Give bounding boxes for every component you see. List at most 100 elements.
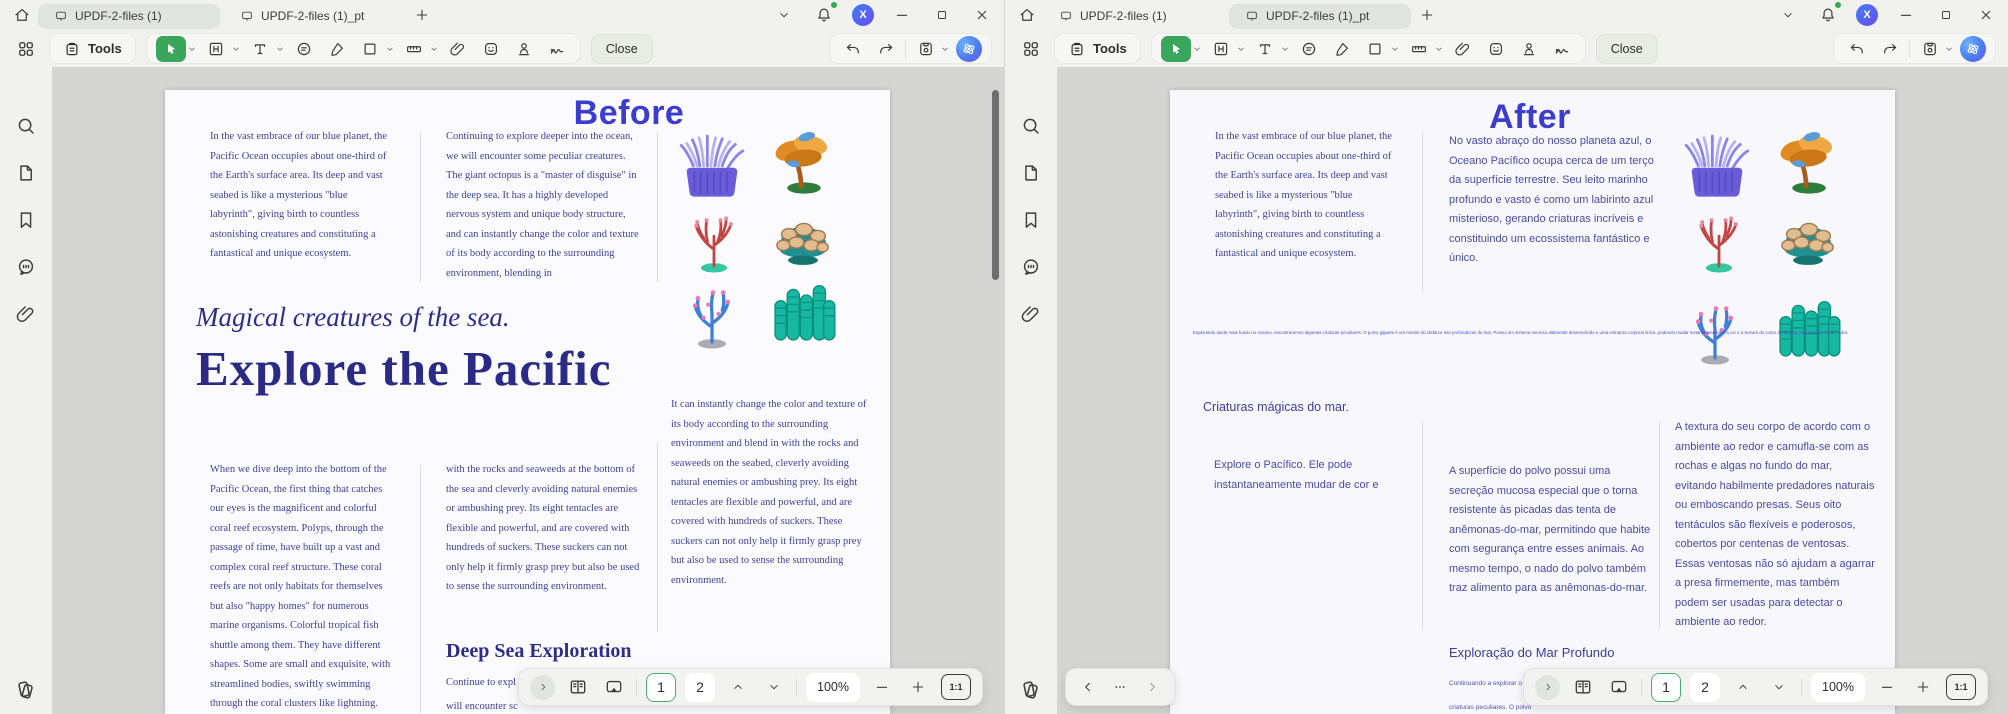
sticker-tool-button[interactable] (478, 36, 505, 62)
chevron-down-icon[interactable] (275, 44, 285, 54)
new-tab-button[interactable] (410, 3, 434, 27)
page-1-button[interactable]: 1 (646, 672, 676, 702)
notifications-button[interactable] (812, 2, 837, 27)
undo-button[interactable] (839, 36, 866, 62)
text-tool-button[interactable] (1252, 36, 1279, 62)
page-2-button[interactable]: 2 (1690, 672, 1720, 702)
sidebar-bookmarks-button[interactable] (13, 207, 39, 233)
tab-list-button[interactable] (1776, 3, 1800, 27)
chevron-down-icon[interactable] (1944, 44, 1954, 54)
home-button[interactable] (10, 3, 34, 27)
collapse-statusbar-button[interactable] (530, 674, 555, 700)
actual-size-button[interactable]: 1:1 (940, 674, 971, 700)
header-tool-button[interactable] (203, 36, 230, 62)
ai-assistant-button[interactable] (956, 35, 982, 62)
tools-button[interactable]: Tools (49, 33, 136, 64)
previous-page-button[interactable] (1729, 674, 1756, 700)
signature-tool-button[interactable] (544, 36, 571, 62)
collapse-statusbar-button[interactable] (1535, 674, 1560, 700)
maximize-button[interactable] (930, 3, 954, 27)
theme-palette-button[interactable] (13, 678, 37, 702)
comment-tool-button[interactable] (291, 36, 318, 62)
page-2-button[interactable]: 2 (685, 672, 715, 702)
measure-tool-button[interactable] (1406, 36, 1433, 62)
tab-updf-2-files-1-pt[interactable]: UPDF-2-files (1)_pt (1229, 3, 1411, 29)
presentation-mode-button[interactable] (600, 674, 627, 700)
minimize-button[interactable] (890, 3, 914, 27)
tab-updf-2-files-1[interactable]: UPDF-2-files (1) (38, 3, 220, 29)
sidebar-search-button[interactable] (1018, 113, 1044, 139)
tab-updf-2-files-1-pt[interactable]: UPDF-2-files (1)_pt (224, 4, 406, 29)
more-options-icon[interactable] (1112, 679, 1128, 695)
stamp-tool-button[interactable] (1516, 36, 1543, 62)
chevron-right-icon[interactable] (1144, 679, 1160, 695)
chevron-down-icon[interactable] (187, 44, 197, 54)
save-button[interactable] (912, 36, 939, 62)
app-launcher-button[interactable] (12, 36, 39, 62)
sticker-tool-button[interactable] (1483, 36, 1510, 62)
chevron-down-icon[interactable] (429, 44, 439, 54)
sidebar-attachments-button[interactable] (13, 301, 39, 327)
undo-button[interactable] (1843, 36, 1870, 62)
select-tool-button[interactable] (155, 35, 186, 62)
next-page-button[interactable] (760, 674, 787, 700)
chevron-down-icon[interactable] (1390, 44, 1400, 54)
minimize-button[interactable] (1894, 3, 1918, 27)
save-button[interactable] (1916, 36, 1943, 62)
shape-tool-button[interactable] (357, 36, 384, 62)
zoom-out-button[interactable] (1874, 674, 1901, 700)
reading-mode-button[interactable] (1569, 674, 1596, 700)
ai-assistant-button[interactable] (1960, 35, 1986, 62)
sidebar-thumbnails-button[interactable] (13, 160, 39, 186)
zoom-in-button[interactable] (905, 674, 932, 700)
tab-updf-2-files-1[interactable]: UPDF-2-files (1) (1043, 4, 1225, 29)
new-tab-button[interactable] (1415, 3, 1439, 27)
notifications-button[interactable] (1816, 2, 1841, 27)
avatar[interactable]: X (852, 4, 874, 26)
attachment-tool-button[interactable] (1450, 36, 1477, 62)
redo-button[interactable] (872, 36, 899, 62)
shape-tool-button[interactable] (1362, 36, 1389, 62)
zoom-level[interactable]: 100% (1811, 672, 1865, 702)
app-launcher-button[interactable] (1017, 36, 1044, 62)
tools-button[interactable]: Tools (1054, 33, 1141, 64)
close-tools-button[interactable]: Close (590, 33, 653, 64)
close-tools-button[interactable]: Close (1595, 33, 1658, 64)
signature-tool-button[interactable] (1549, 36, 1576, 62)
chevron-down-icon[interactable] (940, 44, 950, 54)
zoom-out-button[interactable] (869, 674, 896, 700)
sidebar-comments-button[interactable] (13, 254, 39, 280)
close-window-button[interactable] (970, 3, 994, 27)
chevron-down-icon[interactable] (1192, 44, 1202, 54)
sidebar-bookmarks-button[interactable] (1018, 207, 1044, 233)
header-tool-button[interactable] (1208, 36, 1235, 62)
avatar[interactable]: X (1856, 4, 1878, 26)
chevron-left-icon[interactable] (1080, 679, 1096, 695)
comment-tool-button[interactable] (1296, 36, 1323, 62)
pen-tool-button[interactable] (324, 36, 351, 62)
theme-palette-button[interactable] (1018, 678, 1042, 702)
sidebar-thumbnails-button[interactable] (1018, 160, 1044, 186)
chevron-down-icon[interactable] (1280, 44, 1290, 54)
sidebar-attachments-button[interactable] (1018, 301, 1044, 327)
measure-tool-button[interactable] (401, 36, 428, 62)
chevron-down-icon[interactable] (1434, 44, 1444, 54)
stamp-tool-button[interactable] (511, 36, 538, 62)
page-1-button[interactable]: 1 (1651, 672, 1681, 702)
chevron-down-icon[interactable] (1236, 44, 1246, 54)
text-tool-button[interactable] (247, 36, 274, 62)
sidebar-search-button[interactable] (13, 113, 39, 139)
zoom-in-button[interactable] (1910, 674, 1937, 700)
chevron-down-icon[interactable] (231, 44, 241, 54)
actual-size-button[interactable]: 1:1 (1945, 674, 1976, 700)
presentation-mode-button[interactable] (1605, 674, 1632, 700)
close-window-button[interactable] (1974, 3, 1998, 27)
home-button[interactable] (1015, 3, 1039, 27)
vertical-scrollbar[interactable] (992, 90, 999, 280)
previous-page-button[interactable] (724, 674, 751, 700)
zoom-level[interactable]: 100% (806, 672, 860, 702)
select-tool-button[interactable] (1160, 35, 1191, 62)
reading-mode-button[interactable] (564, 674, 591, 700)
attachment-tool-button[interactable] (445, 36, 472, 62)
tab-list-button[interactable] (772, 3, 796, 27)
